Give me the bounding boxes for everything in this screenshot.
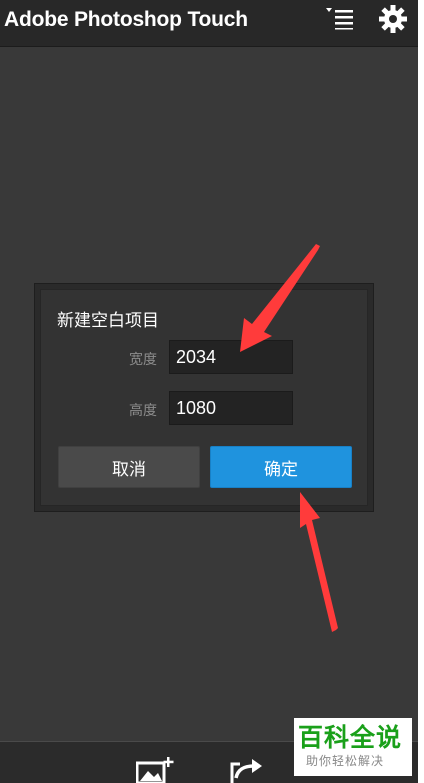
watermark-subtitle: 助你轻松解决 xyxy=(306,754,385,768)
gear-icon[interactable] xyxy=(378,4,408,34)
share-icon[interactable] xyxy=(228,756,264,783)
dialog-panel: 新建空白项目 宽度 2034 高度 1080 取消 确定 xyxy=(40,289,368,506)
add-image-icon[interactable] xyxy=(135,754,178,783)
app-title: Adobe Photoshop Touch xyxy=(4,8,248,31)
dialog-title: 新建空白项目 xyxy=(57,311,159,331)
watermark-logo: 百科全说 助你轻松解决 xyxy=(294,718,412,776)
right-edge xyxy=(418,0,424,783)
width-label: 宽度 xyxy=(129,352,157,368)
new-project-dialog: 新建空白项目 宽度 2034 高度 1080 取消 确定 xyxy=(34,283,374,512)
app-screen: Adobe Photoshop Touch 新建空白项目 宽度 2034 高度 … xyxy=(0,0,418,783)
top-bar: Adobe Photoshop Touch xyxy=(0,0,418,47)
height-label: 高度 xyxy=(129,403,157,419)
lower-arrow xyxy=(300,492,338,632)
confirm-button[interactable]: 确定 xyxy=(210,446,352,488)
width-input[interactable]: 2034 xyxy=(169,340,293,374)
cancel-button[interactable]: 取消 xyxy=(58,446,200,488)
watermark-title: 百科全说 xyxy=(298,723,403,752)
height-input[interactable]: 1080 xyxy=(169,391,293,425)
menu-icon[interactable] xyxy=(326,6,354,30)
